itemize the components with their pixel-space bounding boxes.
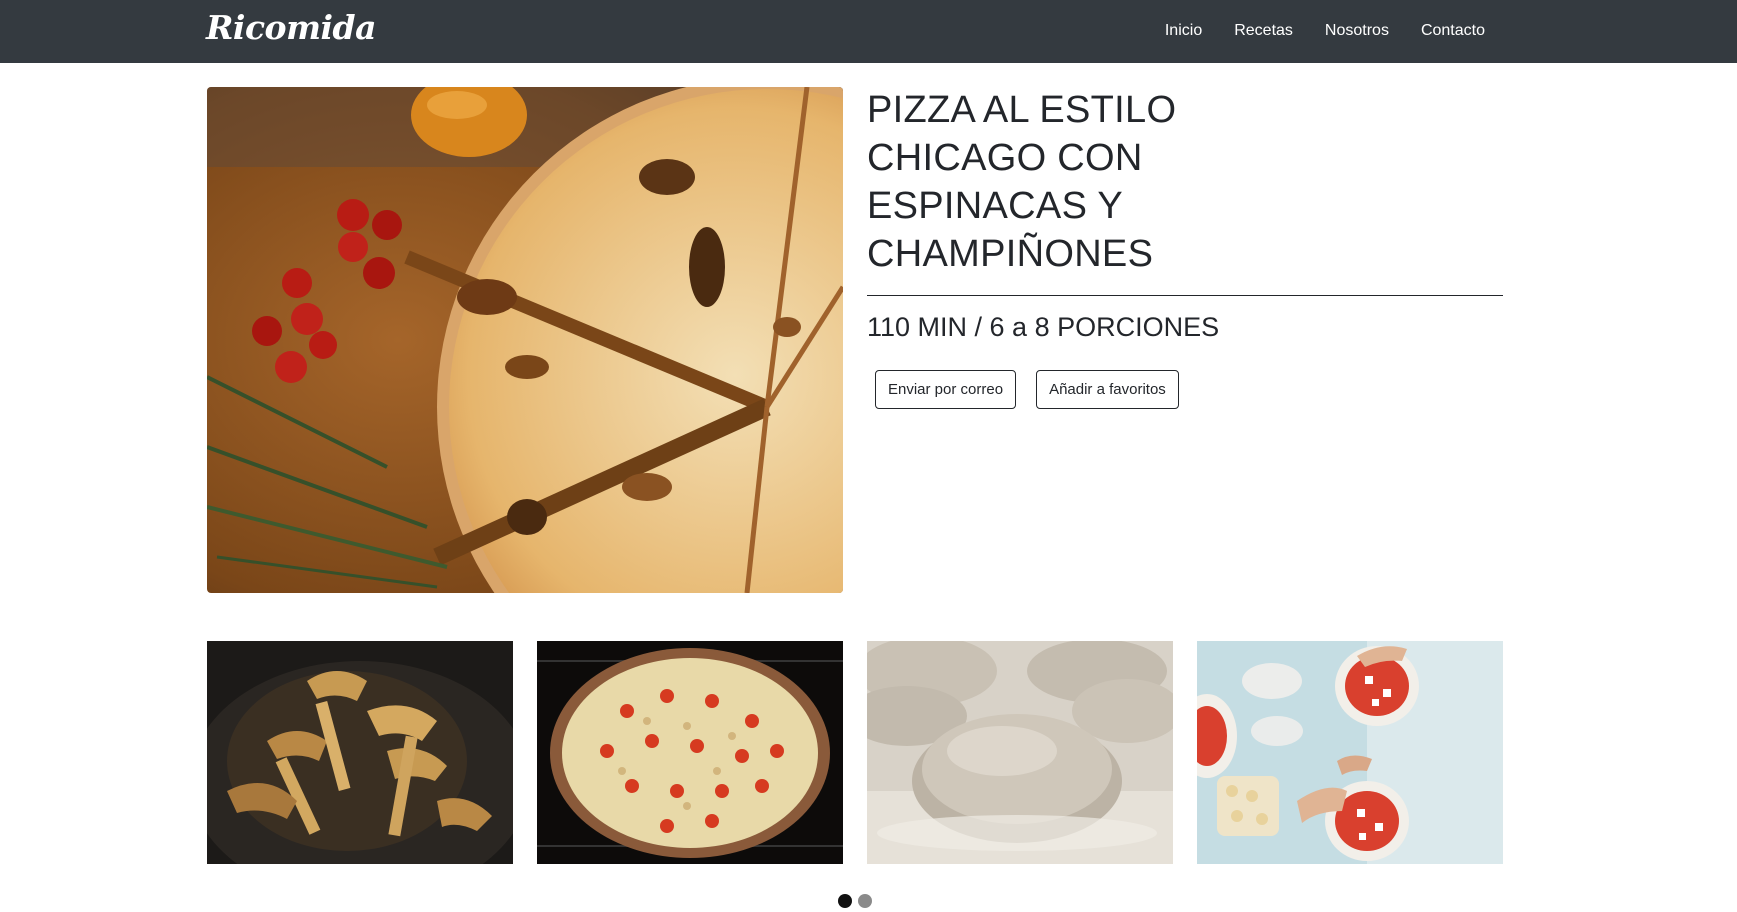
hero-pizza-image — [207, 87, 843, 593]
brand-logo[interactable]: Ricomida — [206, 8, 376, 47]
gallery-image-mushrooms[interactable] — [207, 641, 513, 864]
nav-link-contacto[interactable]: Contacto — [1421, 22, 1485, 40]
navbar: Ricomida Inicio Recetas Nosotros Contact… — [0, 0, 1737, 63]
email-button[interactable]: Enviar por correo — [875, 370, 1017, 409]
title-divider — [867, 295, 1503, 296]
nav-links: Inicio Recetas Nosotros Contacto — [1165, 22, 1485, 40]
nav-link-inicio[interactable]: Inicio — [1165, 22, 1202, 40]
recipe-title: PIZZA AL ESTILO CHICAGO CON ESPINACAS Y … — [867, 89, 1177, 275]
carousel-dot-2[interactable] — [858, 894, 872, 908]
nav-link-recetas[interactable]: Recetas — [1234, 22, 1293, 40]
gallery-image-pizza-prep[interactable] — [1197, 641, 1503, 864]
recipe-meta: 110 MIN / 6 a 8 PORCIONES — [867, 312, 1220, 342]
carousel-dot-1[interactable] — [838, 894, 852, 908]
carousel-indicators — [838, 894, 872, 908]
recipe-actions: Enviar por correo Añadir a favoritos — [875, 370, 1179, 409]
gallery-image-baked-pizza[interactable] — [537, 641, 843, 864]
gallery-image-dough-ball[interactable] — [867, 641, 1173, 864]
nav-link-nosotros[interactable]: Nosotros — [1325, 22, 1389, 40]
favorite-button[interactable]: Añadir a favoritos — [1036, 370, 1179, 409]
